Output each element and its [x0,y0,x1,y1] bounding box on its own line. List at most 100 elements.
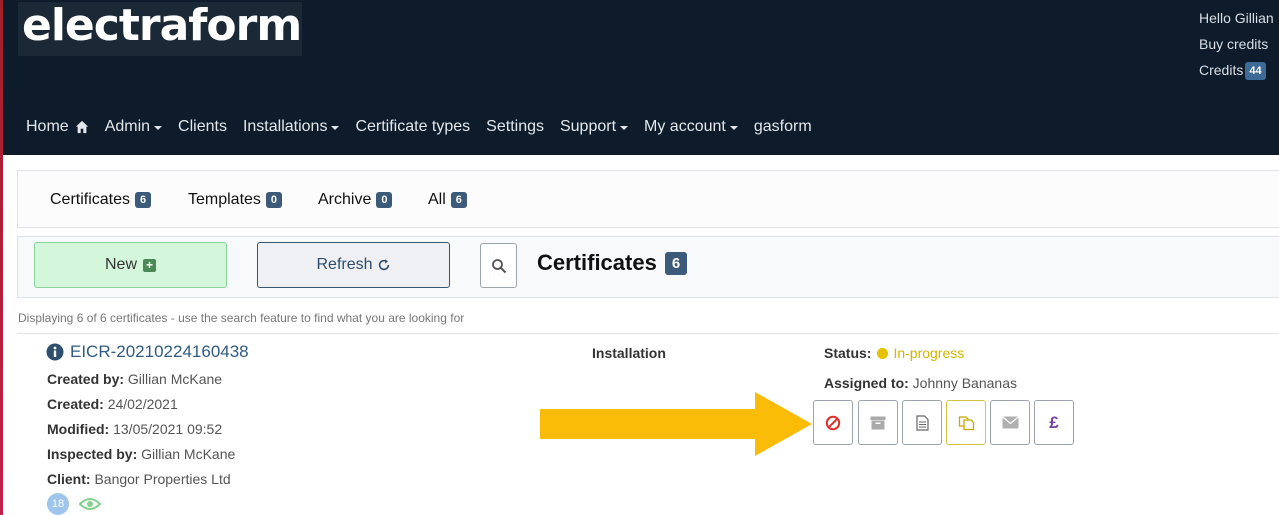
inspected-by-row: Inspected by: Gillian McKane [47,446,235,462]
created-by-label: Created by: [47,371,125,387]
nav-installations[interactable]: Installations [243,118,340,136]
refresh-button[interactable]: Refresh [257,242,450,288]
plus-square-icon: + [143,258,156,272]
tab-archive[interactable]: Archive 0 [318,191,393,209]
modified-row: Modified: 13/05/2021 09:52 [47,421,222,437]
installation-label: Installation [592,345,666,361]
refresh-button-label: Refresh [316,256,373,273]
display-count-note: Displaying 6 of 6 certificates - use the… [18,311,465,325]
nav-clients[interactable]: Clients [178,118,227,136]
page-title-text: Certificates [537,250,657,275]
nav-settings-label: Settings [486,118,544,135]
created-value: 24/02/2021 [107,396,178,412]
created-by-value: Gillian McKane [127,371,223,387]
credits-link[interactable]: Credits 44 [1199,62,1279,88]
search-button[interactable] [480,243,517,288]
view-document-button[interactable] [902,400,942,445]
search-icon [491,258,506,273]
hello-user-link[interactable]: Hello Gillian [1199,10,1279,36]
nav-certificate-types[interactable]: Certificate types [355,118,470,136]
caret-down-icon [729,126,738,130]
client-row: Client: Bangor Properties Ltd [47,471,231,487]
nav-my-account[interactable]: My account [644,118,738,136]
pound-icon: £ [1049,412,1059,432]
nav-installations-label: Installations [242,118,328,135]
tab-all[interactable]: All 6 [428,191,467,209]
left-edge-bar [0,0,3,515]
arrow-annotation-icon [540,392,812,456]
count-badge[interactable]: 18 [47,493,69,515]
nav-gasform-label: gasform [753,118,812,135]
nav-support-label: Support [559,118,617,135]
tab-count-badge: 0 [376,192,393,208]
tab-count-badge: 6 [450,192,467,208]
assigned-value: Johnny Bananas [912,375,1017,391]
assigned-label: Assigned to: [824,375,909,391]
nav-certificate-types-label: Certificate types [355,118,471,135]
logo-text: electraform [22,0,302,51]
inspected-by-label: Inspected by: [47,446,138,462]
status-badge: In-progress [893,345,965,361]
nav-my-account-label: My account [644,118,726,135]
tab-templates[interactable]: Templates 0 [188,191,283,209]
archive-button[interactable] [858,400,898,445]
certificate-tabs: Certificates 6 Templates 0 Archive 0 All 6 [17,170,1279,228]
tab-count-badge: 6 [135,192,152,208]
action-bar: New + Refresh Certificates 6 [17,236,1279,298]
ban-icon [825,415,841,430]
modified-value: 13/05/2021 09:52 [113,421,223,437]
certificate-id-link[interactable]: EICR-20210224160438 [70,342,249,362]
status-dot-icon [877,347,889,359]
credits-label: Credits [1199,62,1244,78]
modified-label: Modified: [47,421,110,437]
top-header: electraform Hello Gillian Buy credits Cr… [0,0,1279,155]
info-icon[interactable] [46,343,64,361]
tab-archive-label: Archive [318,191,372,208]
client-value: Bangor Properties Ltd [94,471,231,487]
nav-admin[interactable]: Admin [104,118,163,136]
new-button-label: New [104,256,137,273]
caret-down-icon [331,126,340,130]
nav-settings[interactable]: Settings [486,118,544,136]
tab-templates-label: Templates [188,191,261,208]
caret-down-icon [620,126,629,130]
created-row: Created: 24/02/2021 [47,396,178,412]
inspected-by-value: Gillian McKane [141,446,236,462]
invoice-button[interactable]: £ [1034,400,1074,445]
client-label: Client: [47,471,91,487]
home-icon [75,120,88,134]
tab-all-label: All [428,191,446,208]
user-links: Hello Gillian Buy credits Credits 44 [1199,10,1279,88]
copy-button[interactable] [946,400,986,445]
status-label: Status: [824,345,872,361]
created-by-row: Created by: Gillian McKane [47,371,222,387]
nav-admin-label: Admin [104,118,151,135]
copy-icon [958,416,974,431]
created-label: Created: [47,396,104,412]
document-icon [915,414,929,431]
tab-certificates-label: Certificates [50,191,131,208]
page-title-count: 6 [664,251,688,275]
electraform-logo[interactable]: electraform [18,0,302,56]
new-certificate-button[interactable]: New + [34,242,227,288]
nav-home[interactable]: Home [26,118,89,136]
nav-home-label: Home [26,118,69,135]
caret-down-icon [154,126,163,130]
main-nav: Home Admin Clients Installations Certifi… [18,114,820,140]
tab-count-badge: 0 [265,192,283,208]
nav-support[interactable]: Support [559,118,629,136]
archive-icon [870,416,886,429]
page-title: Certificates 6 [537,250,688,276]
envelope-icon [1001,416,1019,429]
refresh-icon [378,259,389,271]
email-button[interactable] [990,400,1030,445]
credits-badge: 44 [1245,62,1266,80]
certificate-id-row: EICR-20210224160438 [46,342,249,362]
buy-credits-link[interactable]: Buy credits [1199,36,1279,62]
assigned-row: Assigned to: Johnny Bananas [824,375,1017,391]
tab-certificates[interactable]: Certificates 6 [50,191,152,209]
cancel-button[interactable] [813,400,853,445]
nav-clients-label: Clients [178,118,227,135]
nav-gasform[interactable]: gasform [754,118,812,136]
eye-icon[interactable] [79,496,101,512]
